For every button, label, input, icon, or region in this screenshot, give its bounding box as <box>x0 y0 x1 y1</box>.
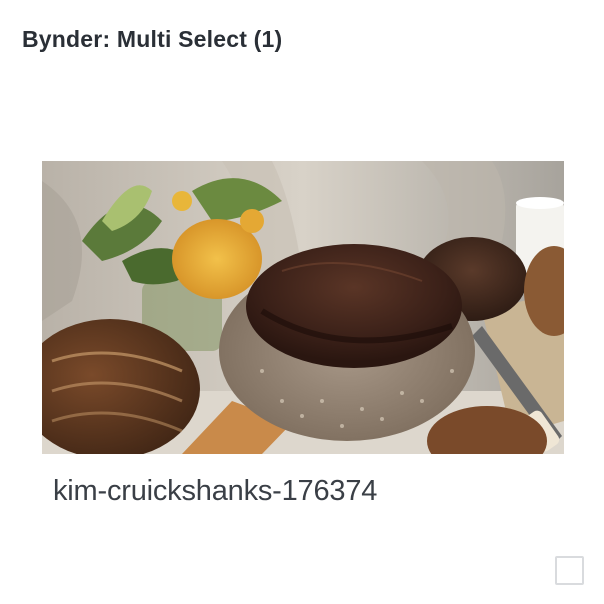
asset-select-checkbox[interactable] <box>555 556 584 585</box>
page-title: Bynder: Multi Select (1) <box>22 26 283 52</box>
bread-photo-image <box>42 161 564 454</box>
asset-thumbnail[interactable] <box>42 161 564 454</box>
multi-select-panel: Bynder: Multi Select (1) kim-cruickshank… <box>0 0 604 604</box>
asset-name-label: kim-cruickshanks-176374 <box>53 475 378 507</box>
